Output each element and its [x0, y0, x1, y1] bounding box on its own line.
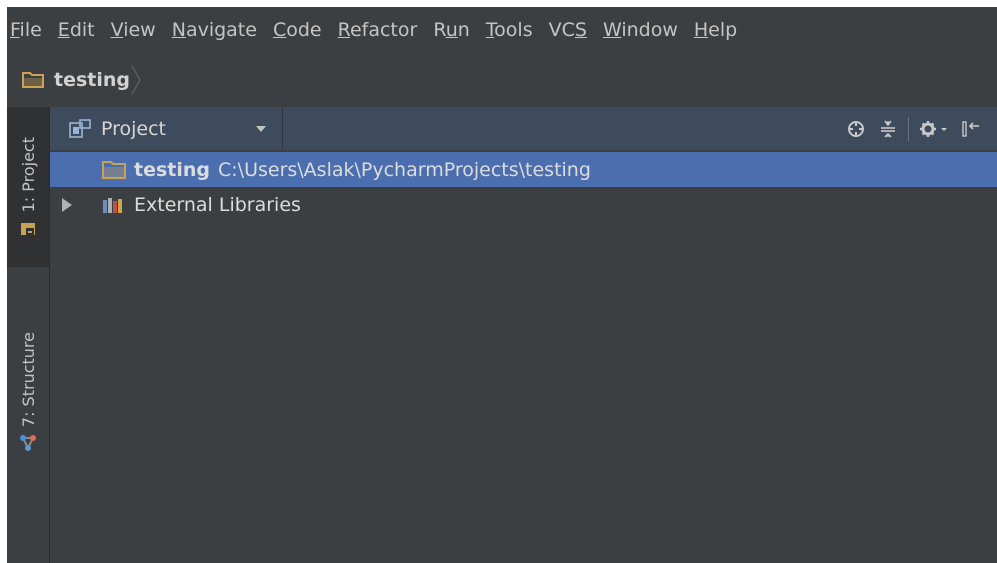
locate-button[interactable] [844, 117, 868, 141]
breadcrumb-testing[interactable]: testing [7, 62, 144, 98]
gear-icon [920, 120, 947, 137]
menu-refactor[interactable]: Refactor [338, 15, 418, 45]
collapse-all-icon [881, 120, 895, 138]
folder-icon [22, 72, 44, 88]
project-tool-button[interactable]: 1: Project [7, 107, 49, 267]
structure-tool-label: 7: Structure [18, 332, 38, 428]
project-view-icon [69, 118, 91, 138]
tree-item-path: C:\Users\Aslak\PycharmProjects\testing [218, 158, 591, 181]
breadcrumb-label: testing [54, 69, 130, 91]
project-tree: testing C:\Users\Aslak\PycharmProjects\te… [50, 152, 997, 222]
menu-help[interactable]: Help [694, 15, 737, 45]
libraries-icon [103, 197, 122, 213]
header-divider [908, 116, 909, 141]
navigation-bar: testing [7, 53, 997, 107]
structure-tool-button[interactable]: 7: Structure [7, 317, 49, 467]
project-tool-icon [21, 222, 35, 236]
collapse-all-button[interactable] [876, 117, 900, 141]
hide-panel-button[interactable] [959, 117, 983, 141]
menu-view[interactable]: View [111, 15, 156, 45]
project-tool-label: 1: Project [18, 137, 38, 213]
dropdown-arrow-icon [256, 125, 266, 132]
tool-window-strip: 1: Project 7: Structure [7, 107, 50, 563]
tree-item-name: External Libraries [134, 193, 301, 216]
project-panel: Project testing C:\Users\Aslak\PycharmPr… [50, 107, 997, 563]
view-selector-dropdown[interactable]: Project [50, 107, 283, 150]
menu-vcs[interactable]: VCS [549, 15, 587, 45]
menu-window[interactable]: Window [603, 15, 678, 45]
tree-item-name: testing [134, 158, 210, 181]
menu-tools[interactable]: Tools [486, 15, 533, 45]
expand-arrow-icon[interactable] [62, 197, 72, 212]
structure-icon [20, 434, 36, 451]
tree-row-external-libraries[interactable]: External Libraries [50, 187, 997, 222]
locate-icon [848, 120, 864, 137]
menu-code[interactable]: Code [273, 15, 322, 45]
menu-bar: File Edit View Navigate Code Refactor Ru… [7, 7, 997, 53]
hide-panel-icon [962, 120, 979, 137]
settings-button[interactable] [917, 117, 951, 141]
panel-actions [836, 107, 983, 150]
view-selector-label: Project [101, 117, 167, 140]
menu-run[interactable]: Run [433, 15, 469, 45]
menu-edit[interactable]: Edit [58, 15, 95, 45]
ide-window: File Edit View Navigate Code Refactor Ru… [7, 7, 997, 563]
tree-row-testing[interactable]: testing C:\Users\Aslak\PycharmProjects\te… [50, 152, 997, 187]
menu-file[interactable]: File [10, 15, 42, 45]
menu-navigate[interactable]: Navigate [172, 15, 257, 45]
project-panel-header: Project [50, 107, 997, 150]
folder-icon [102, 160, 126, 179]
